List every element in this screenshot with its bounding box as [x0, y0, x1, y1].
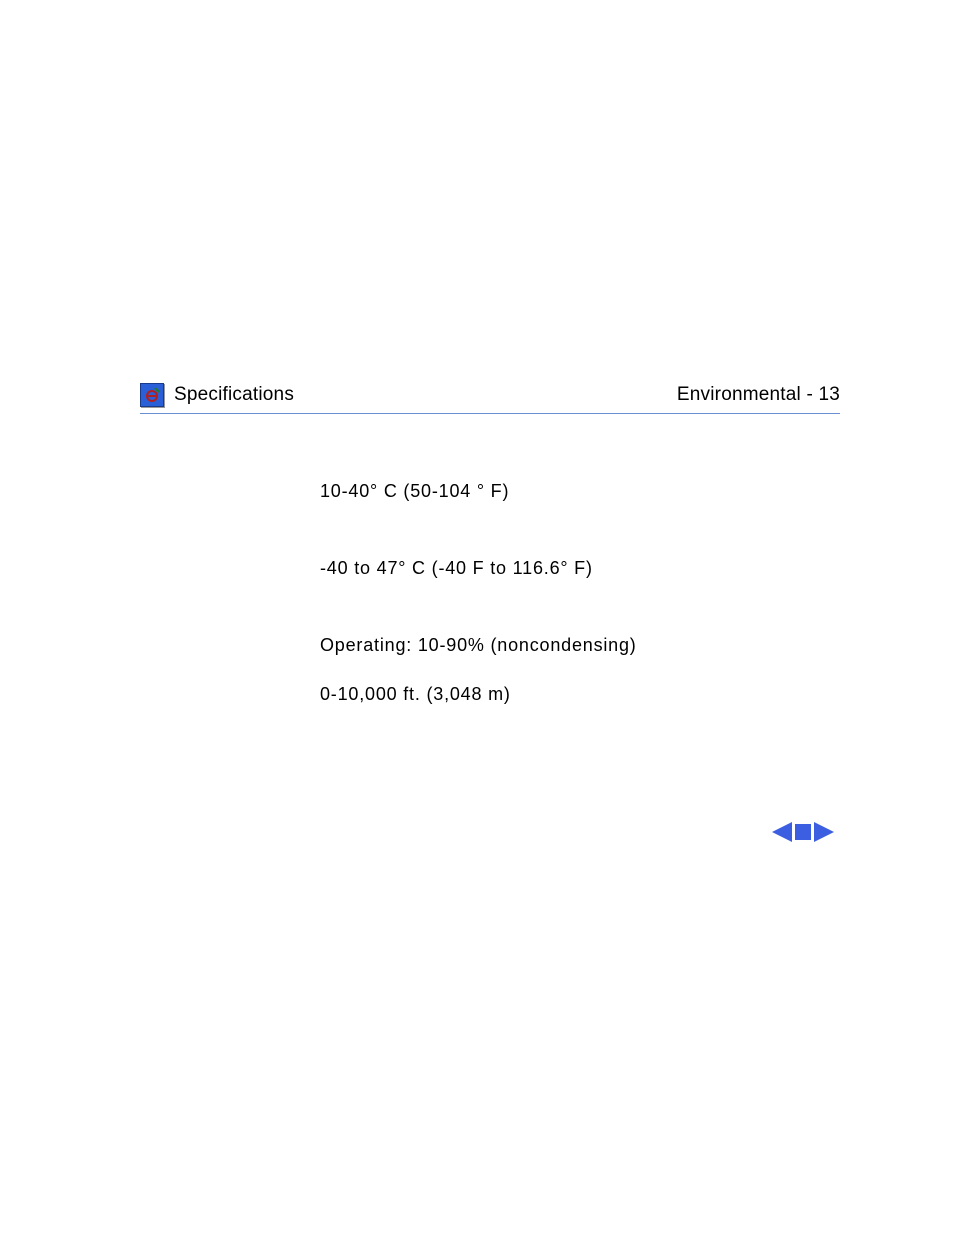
page-header: Specifications Environmental - 13	[140, 383, 840, 414]
stop-button[interactable]	[794, 823, 812, 846]
spec-content: 10-40° C (50-104 ° F) -40 to 47° C (-40 …	[320, 478, 637, 758]
page-nav	[770, 820, 836, 849]
header-left: Specifications	[140, 383, 294, 407]
humidity-value: Operating: 10-90% (noncondensing)	[320, 632, 637, 659]
altitude-value: 0-10,000 ft. (3,048 m)	[320, 681, 637, 708]
section-title: Specifications	[174, 384, 294, 406]
triangle-right-icon	[814, 820, 836, 844]
page-label: Environmental - 13	[677, 384, 840, 406]
operating-temp-value: 10-40° C (50-104 ° F)	[320, 478, 637, 505]
prev-page-button[interactable]	[770, 820, 792, 849]
next-page-button[interactable]	[814, 820, 836, 849]
square-stop-icon	[794, 823, 812, 841]
storage-temp-value: -40 to 47° C (-40 F to 116.6° F)	[320, 555, 637, 582]
triangle-left-icon	[770, 820, 792, 844]
service-logo-icon	[140, 383, 164, 407]
